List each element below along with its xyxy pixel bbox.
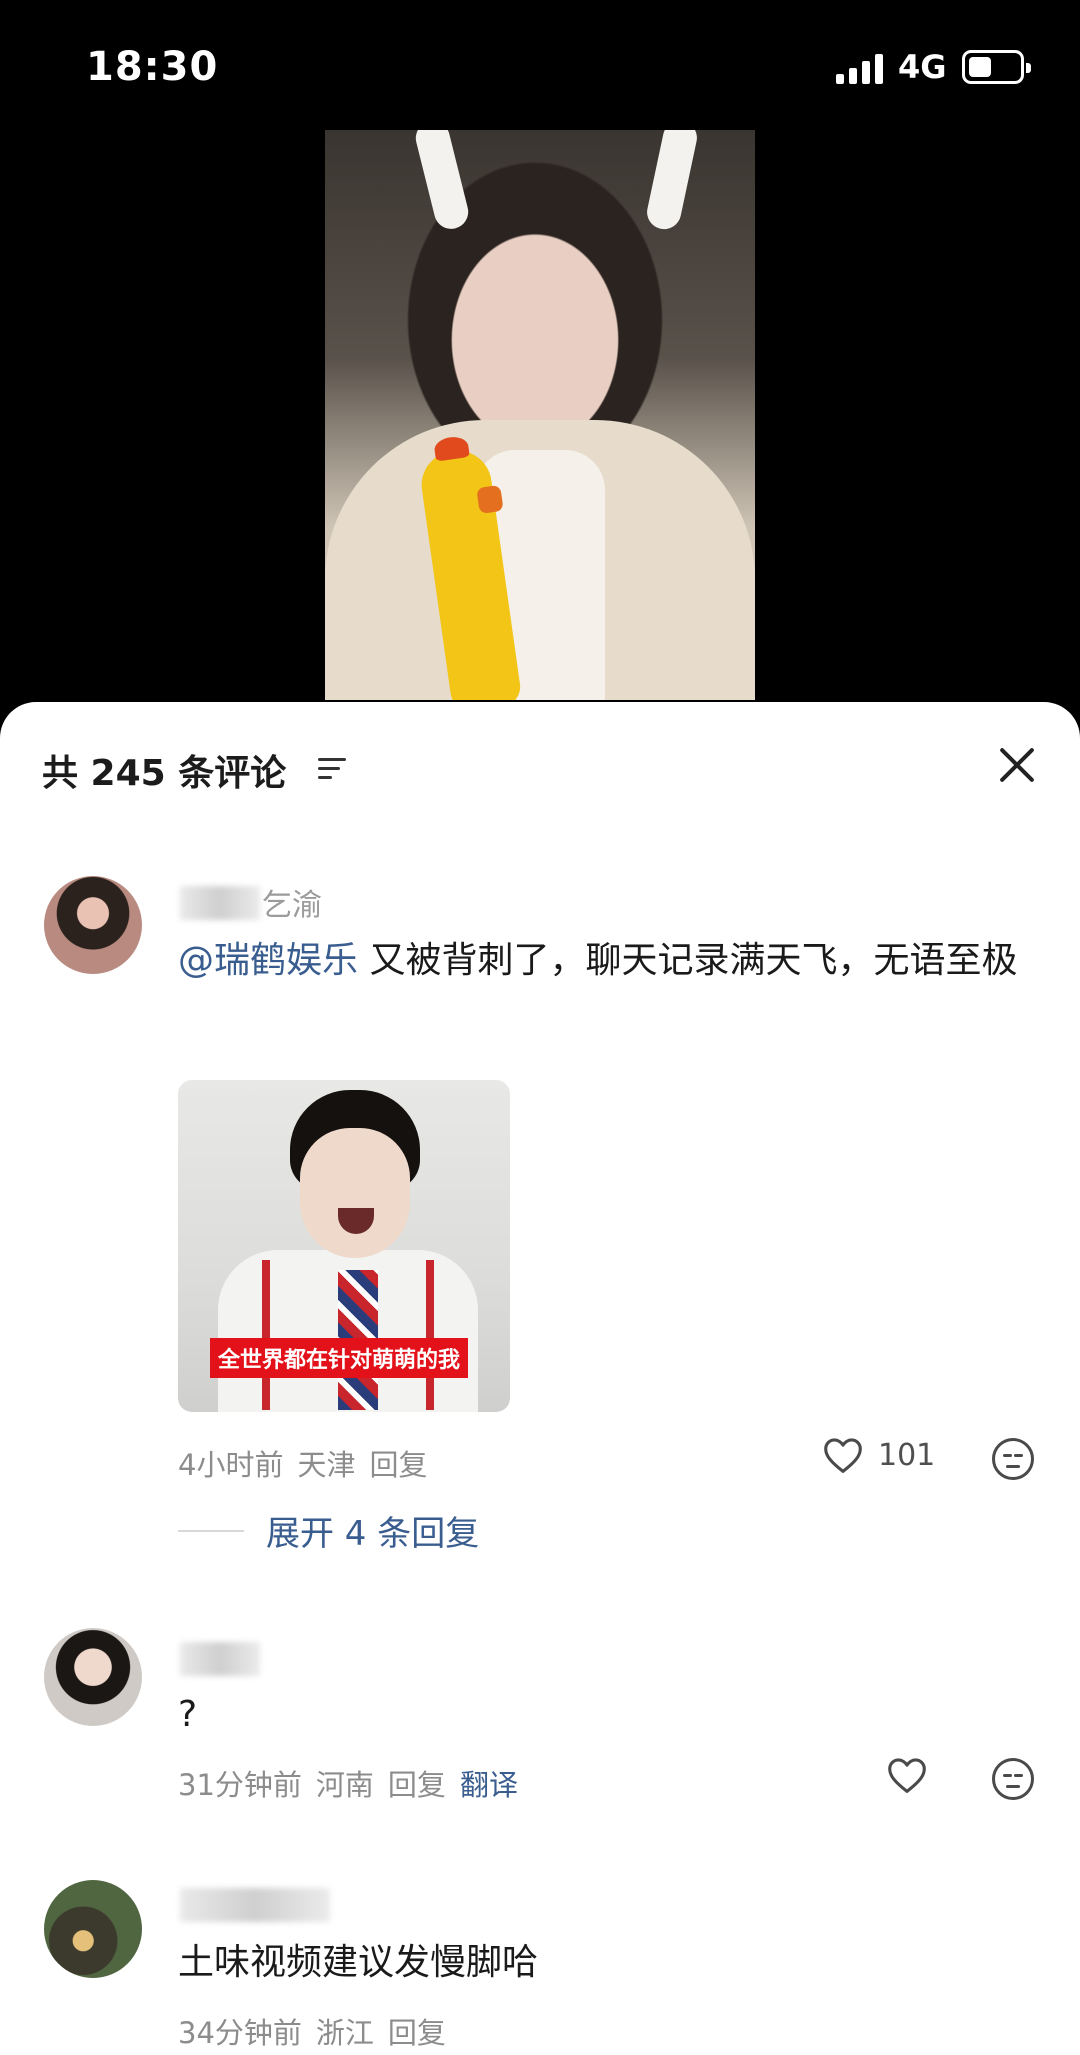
comment-time: 34分钟前 <box>178 2016 302 2050</box>
reply-button[interactable]: 回复 <box>369 1448 427 1482</box>
signal-icon <box>836 54 886 84</box>
network-label: 4G <box>898 48 947 86</box>
comment-meta: 34分钟前 浙江 回复 <box>178 2010 446 2052</box>
emoji-reaction-icon[interactable] <box>992 1438 1034 1480</box>
expand-replies-label: 展开 4 条回复 <box>266 1514 480 1554</box>
comment-username[interactable] <box>180 1888 330 1922</box>
comment-sticker-image[interactable]: 全世界都在针对萌萌的我 <box>178 1080 510 1412</box>
like-count: 101 <box>878 1437 936 1473</box>
mention-link[interactable]: @瑞鹤娱乐 <box>178 940 358 981</box>
video-frame[interactable] <box>325 130 755 700</box>
comment-username[interactable]: 乞渝 <box>262 880 322 924</box>
comment-text: 土味视频建议发慢脚哈 <box>178 1942 539 1983</box>
comment-time: 31分钟前 <box>178 1768 302 1802</box>
comment-text: ? <box>178 1694 198 1735</box>
avatar[interactable] <box>44 876 142 974</box>
status-time: 18:30 <box>86 44 219 90</box>
avatar[interactable] <box>44 1880 142 1978</box>
comment-location: 河南 <box>315 1768 374 1802</box>
reply-button[interactable]: 回复 <box>388 2016 446 2050</box>
like-button[interactable]: 101 <box>822 1436 935 1474</box>
comment-meta: 4小时前 天津 回复 <box>178 1442 427 1484</box>
translate-button[interactable]: 翻译 <box>460 1768 518 1802</box>
comment-username[interactable] <box>180 1642 260 1676</box>
avatar[interactable] <box>44 1628 142 1726</box>
comment-body: 又被背刺了，聊天记录满天飞，无语至极 <box>358 940 1018 981</box>
sort-icon[interactable] <box>318 754 346 784</box>
comment-location: 天津 <box>297 1448 356 1482</box>
status-bar: 18:30 4G <box>0 0 1080 130</box>
battery-icon <box>962 50 1031 84</box>
comment-sheet: 共 245 条评论 乞渝 @瑞鹤娱乐 又被背刺了，聊天记录满天飞，无语至极 全世… <box>0 702 1080 2055</box>
comment-meta: 31分钟前 河南 回复 翻译 <box>178 1762 518 1804</box>
comment-count-title: 共 245 条评论 <box>42 753 287 794</box>
reply-button[interactable]: 回复 <box>388 1768 446 1802</box>
close-icon[interactable] <box>994 742 1040 788</box>
emoji-reaction-icon[interactable] <box>992 1758 1034 1800</box>
comment-sheet-header: 共 245 条评论 <box>0 702 1080 832</box>
heart-icon <box>824 1438 862 1473</box>
comment-time: 4小时前 <box>178 1448 284 1482</box>
expand-replies-button[interactable]: 展开 4 条回复 <box>178 1506 479 1555</box>
like-button[interactable] <box>886 1756 928 1794</box>
sticker-caption: 全世界都在针对萌萌的我 <box>210 1338 469 1378</box>
comment-location: 浙江 <box>315 2016 374 2050</box>
heart-icon <box>888 1758 926 1793</box>
comment-text: @瑞鹤娱乐 又被背刺了，聊天记录满天飞，无语至极 <box>178 932 1018 990</box>
